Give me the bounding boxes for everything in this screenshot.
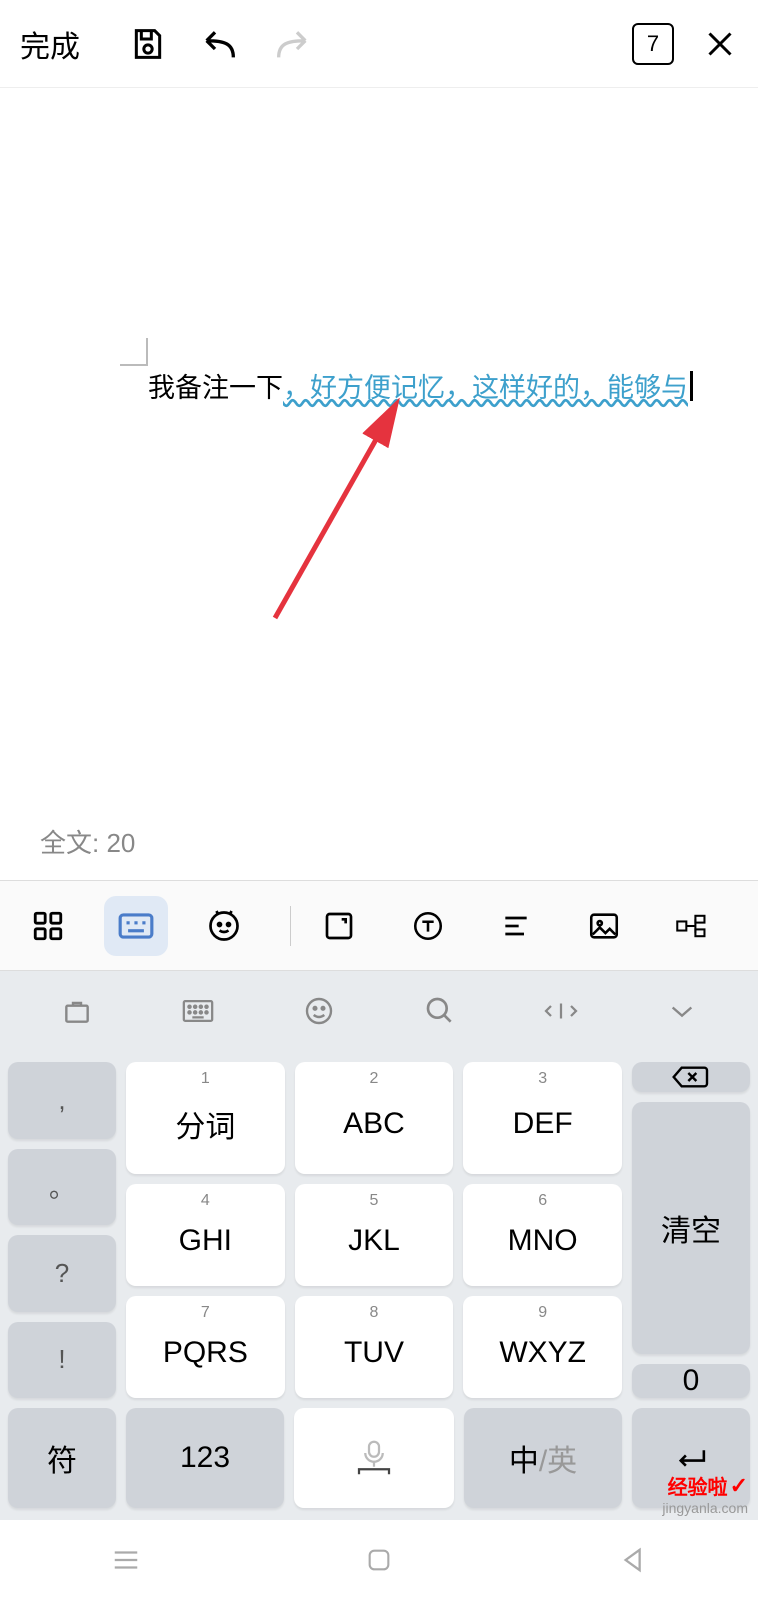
back-triangle-icon (620, 1546, 644, 1574)
key-backspace[interactable] (632, 1062, 750, 1092)
collapse-button[interactable] (652, 986, 712, 1036)
cursor-move-button[interactable] (531, 986, 591, 1036)
watermark-check-icon: ✓ (730, 1473, 748, 1499)
input-toolbar (0, 970, 758, 1050)
document-area[interactable]: 我备注一下，好方便记忆，这样好的，能够与 全文: 20 (0, 88, 758, 880)
close-icon (702, 26, 738, 62)
format-toolbar (0, 880, 758, 970)
image-button[interactable] (572, 896, 636, 956)
key-comma[interactable]: , (8, 1062, 116, 1139)
keyboard: , 。 ? ! 1分词 2ABC 3DEF 4GHI 5JKL 6MNO 7PQ… (0, 1050, 758, 1520)
key-2-abc[interactable]: 2ABC (295, 1062, 454, 1174)
nav-back-button[interactable] (582, 1535, 682, 1585)
nav-home-button[interactable] (329, 1535, 429, 1585)
keyboard-side-right: 清空 0 (632, 1062, 750, 1398)
redo-icon (272, 24, 312, 64)
undo-icon (200, 24, 240, 64)
keyboard-main: 1分词 2ABC 3DEF 4GHI 5JKL 6MNO 7PQRS 8TUV … (126, 1062, 622, 1398)
briefcase-icon (61, 995, 93, 1027)
navigation-bar (0, 1520, 758, 1600)
align-left-icon (500, 910, 532, 942)
search-button[interactable] (410, 986, 470, 1036)
grid-icon (31, 909, 65, 943)
search-icon (424, 995, 456, 1027)
sitemap-icon (675, 914, 709, 938)
text-cursor (690, 371, 693, 401)
page-number-box[interactable]: 7 (632, 23, 674, 65)
key-8-tuv[interactable]: 8TUV (295, 1296, 454, 1398)
keyboard-icon (117, 911, 155, 941)
key-6-mno[interactable]: 6MNO (463, 1184, 622, 1286)
word-count-label: 全文: 20 (40, 823, 135, 860)
redo-button[interactable] (272, 24, 312, 64)
keyboard-side-left: , 。 ? ! (8, 1062, 116, 1398)
cursor-move-icon (541, 997, 581, 1025)
nav-menu-button[interactable] (76, 1535, 176, 1585)
key-language[interactable]: 中/英 (464, 1408, 622, 1508)
keyboard-small-icon (181, 997, 215, 1025)
square-icon (365, 1546, 393, 1574)
apps-button[interactable] (16, 896, 80, 956)
text-style-button[interactable] (395, 896, 459, 956)
text-circle-icon (411, 909, 445, 943)
key-7-pqrs[interactable]: 7PQRS (126, 1296, 285, 1398)
watermark: 经验啦 ✓ jingyanla.com (662, 1471, 748, 1516)
top-toolbar: 完成 7 (0, 0, 758, 88)
chevron-down-icon (668, 1001, 696, 1021)
watermark-brand: 经验啦 (668, 1471, 728, 1500)
text-line[interactable]: 我备注一下，好方便记忆，这样好的，能够与 (148, 366, 693, 405)
key-3-def[interactable]: 3DEF (463, 1062, 622, 1174)
ai-button[interactable] (192, 896, 256, 956)
save-icon (128, 24, 168, 64)
mic-space-icon (349, 1438, 399, 1478)
key-period[interactable]: 。 (8, 1149, 116, 1226)
key-space[interactable] (294, 1408, 454, 1508)
toolbar-divider (290, 906, 291, 946)
key-1-fenci[interactable]: 1分词 (126, 1062, 285, 1174)
key-9-wxyz[interactable]: 9WXYZ (463, 1296, 622, 1398)
key-clear[interactable]: 清空 (632, 1102, 750, 1354)
robot-icon (206, 908, 242, 944)
undo-button[interactable] (200, 24, 240, 64)
image-icon (587, 909, 621, 943)
clipboard-button[interactable] (47, 986, 107, 1036)
key-question[interactable]: ? (8, 1235, 116, 1312)
menu-icon (111, 1548, 141, 1572)
close-button[interactable] (702, 26, 738, 62)
keyboard-settings-button[interactable] (168, 986, 228, 1036)
more-button[interactable] (660, 896, 724, 956)
align-button[interactable] (484, 896, 548, 956)
enter-icon (673, 1444, 709, 1472)
done-button[interactable]: 完成 (20, 22, 80, 66)
key-exclaim[interactable]: ! (8, 1322, 116, 1399)
backspace-icon (671, 1062, 711, 1092)
emoji-button[interactable] (289, 986, 349, 1036)
arrow-annotation (255, 398, 415, 628)
key-5-jkl[interactable]: 5JKL (295, 1184, 454, 1286)
fullscreen-button[interactable] (307, 896, 371, 956)
keyboard-toggle-button[interactable] (104, 896, 168, 956)
key-numeric[interactable]: 123 (126, 1408, 284, 1508)
save-button[interactable] (128, 24, 168, 64)
smile-icon (303, 995, 335, 1027)
key-zero[interactable]: 0 (632, 1364, 750, 1398)
key-4-ghi[interactable]: 4GHI (126, 1184, 285, 1286)
expand-icon (323, 910, 355, 942)
paragraph-bracket (120, 338, 148, 366)
watermark-url: jingyanla.com (662, 1500, 748, 1516)
key-symbol[interactable]: 符 (8, 1408, 116, 1508)
